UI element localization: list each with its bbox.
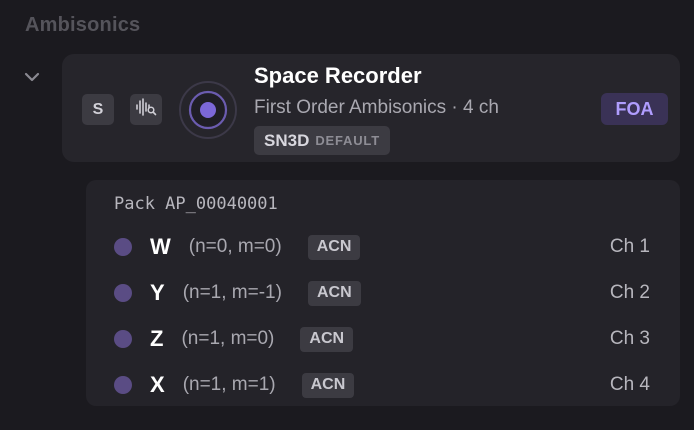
channel-number: Ch 3 — [609, 328, 650, 349]
ordering-chip: ACN — [307, 280, 361, 306]
channel-letter: Z — [150, 326, 164, 351]
ambisonics-panel: Ambisonics S Space Recorder First Order … — [0, 0, 694, 430]
channel-number: Ch 2 — [609, 282, 650, 303]
channel-letter: Y — [150, 280, 165, 305]
waveform-search-button[interactable] — [130, 94, 162, 125]
device-name: Space Recorder — [254, 63, 422, 88]
channel-row[interactable]: W (n=0, m=0) ACN Ch 1 — [114, 232, 654, 262]
channel-dot — [114, 284, 132, 302]
channel-letter: X — [150, 372, 165, 397]
channel-indices: (n=1, m=0) — [181, 328, 275, 349]
channel-indices: (n=1, m=1) — [182, 374, 276, 395]
normalization-label: SN3D — [264, 130, 310, 150]
ordering-chip: ACN — [301, 372, 355, 398]
channel-dot — [114, 238, 132, 256]
ordering-chip: ACN — [307, 234, 361, 260]
device-subtitle: First Order Ambisonics · 4 ch — [254, 97, 499, 118]
normalization-chip[interactable]: SN3D DEFAULT — [254, 126, 390, 155]
channel-dot — [114, 330, 132, 348]
format-badge: FOA — [601, 93, 668, 125]
channel-letter: W — [150, 234, 171, 259]
channel-number: Ch 4 — [609, 374, 650, 395]
channel-row[interactable]: X (n=1, m=1) ACN Ch 4 — [114, 370, 654, 400]
ambisonic-target-icon — [178, 80, 238, 140]
pack-title: Pack AP_00040001 — [114, 194, 278, 214]
channel-row[interactable]: Y (n=1, m=-1) ACN Ch 2 — [114, 278, 654, 308]
waveform-search-icon — [135, 97, 157, 122]
channel-row[interactable]: Z (n=1, m=0) ACN Ch 3 — [114, 324, 654, 354]
solo-button[interactable]: S — [82, 94, 114, 125]
channel-dot — [114, 376, 132, 394]
channel-indices: (n=1, m=-1) — [182, 282, 282, 303]
channel-indices: (n=0, m=0) — [188, 236, 282, 257]
normalization-default-tag: DEFAULT — [315, 133, 380, 148]
ordering-chip: ACN — [300, 326, 354, 352]
chevron-down-icon[interactable] — [23, 68, 41, 86]
channel-number: Ch 1 — [609, 236, 650, 257]
section-title: Ambisonics — [25, 14, 141, 36]
